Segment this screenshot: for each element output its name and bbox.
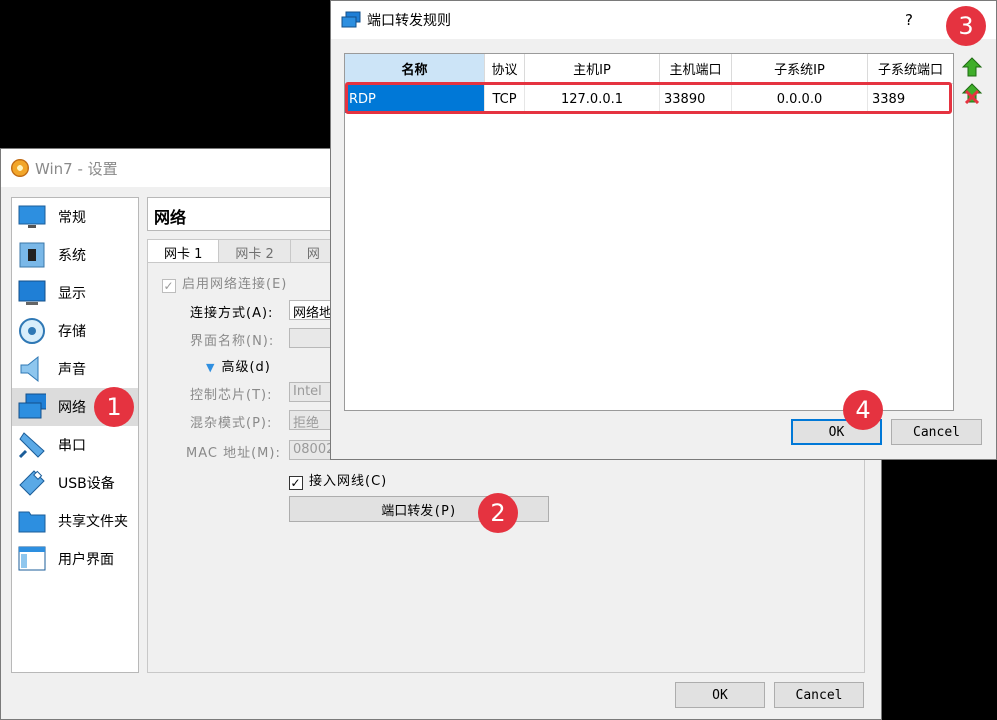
port-forwarding-dialog: 端口转发规则 ? 名称 协议 主机IP 主机端口 子系统IP 子系统端口 RDP… — [330, 0, 997, 460]
remove-rule-icon[interactable] — [961, 82, 983, 105]
column-host-port[interactable]: 主机端口 — [660, 54, 732, 84]
attach-label: 连接方式(A): — [190, 306, 274, 321]
adapter-select[interactable]: Intel — [289, 382, 335, 402]
cable-row: ✓ 接入网线(C) — [289, 474, 388, 490]
sidebar-item-usb[interactable]: USB设备 — [12, 464, 138, 502]
chip-icon — [18, 241, 46, 269]
sidebar-item-general[interactable]: 常规 — [12, 198, 138, 236]
sidebar-item-serial[interactable]: 串口 — [12, 426, 138, 464]
name-label: 界面名称(N): — [190, 334, 275, 349]
speaker-icon — [18, 355, 46, 383]
settings-title: Win7 - 设置 — [35, 159, 118, 178]
virtualbox-logo-icon — [11, 159, 29, 177]
settings-ok-button[interactable]: OK — [675, 682, 765, 708]
advanced-toggle[interactable]: ▼ 高级(d) — [206, 356, 271, 375]
tab-adapter-2[interactable]: 网卡 2 — [218, 239, 291, 263]
mac-label: MAC 地址(M): — [186, 446, 281, 461]
sidebar-item-display[interactable]: 显示 — [12, 274, 138, 312]
network-icon — [18, 393, 46, 421]
adapter-tabs: 网卡 1 网卡 2 网 — [147, 239, 337, 264]
enable-network-row: ✓ 启用网络连接(E) — [162, 277, 288, 293]
row-highlight-box — [345, 82, 952, 114]
rules-table-header: 名称 协议 主机IP 主机端口 子系统IP 子系统端口 — [345, 54, 953, 84]
sidebar-item-shared-folders[interactable]: 共享文件夹 — [12, 502, 138, 540]
dialog-title: 端口转发规则 — [367, 13, 451, 29]
dialog-title-bar: 端口转发规则 ? — [331, 1, 996, 39]
sidebar-item-system[interactable]: 系统 — [12, 236, 138, 274]
sidebar-item-audio[interactable]: 声音 — [12, 350, 138, 388]
monitor-icon — [18, 203, 46, 231]
ui-window-icon — [18, 545, 46, 573]
promisc-select[interactable]: 拒绝 — [289, 410, 335, 430]
name-select[interactable] — [289, 328, 335, 348]
adapter-label: 控制芯片(T): — [190, 388, 273, 403]
tab-adapter-1[interactable]: 网卡 1 — [147, 239, 220, 264]
column-host-ip[interactable]: 主机IP — [525, 54, 660, 84]
settings-cancel-button[interactable]: Cancel — [774, 682, 864, 708]
column-guest-ip[interactable]: 子系统IP — [732, 54, 868, 84]
step-marker-1: 1 — [94, 387, 134, 427]
serial-port-icon — [18, 431, 46, 459]
promisc-label: 混杂模式(P): — [190, 416, 273, 431]
help-button[interactable]: ? — [905, 11, 913, 29]
step-marker-3: 3 — [946, 6, 986, 46]
sidebar-item-user-interface[interactable]: 用户界面 — [12, 540, 138, 578]
rule-action-buttons — [961, 56, 983, 105]
triangle-down-icon: ▼ — [206, 361, 216, 374]
column-protocol[interactable]: 协议 — [485, 54, 525, 84]
network-icon — [341, 11, 361, 29]
step-marker-4: 4 — [843, 390, 883, 430]
cable-connected-checkbox[interactable]: ✓ — [289, 476, 303, 490]
dialog-cancel-button[interactable]: Cancel — [891, 419, 982, 445]
add-rule-icon[interactable] — [961, 56, 983, 78]
column-guest-port[interactable]: 子系统端口 — [868, 54, 953, 84]
sidebar-item-storage[interactable]: 存储 — [12, 312, 138, 350]
settings-sidebar: 常规 系统 显示 存储 声音 网络 串口 USB设备 共享文件夹 用户界面 — [11, 197, 139, 673]
display-icon — [18, 279, 46, 307]
mac-field[interactable]: 08002 — [289, 440, 335, 460]
enable-network-checkbox[interactable]: ✓ — [162, 279, 176, 293]
folder-icon — [18, 507, 46, 535]
step-marker-2: 2 — [478, 493, 518, 533]
column-name[interactable]: 名称 — [345, 54, 485, 84]
attach-select[interactable]: 网络地 — [289, 300, 335, 320]
usb-icon — [18, 469, 46, 497]
disk-icon — [18, 317, 46, 345]
